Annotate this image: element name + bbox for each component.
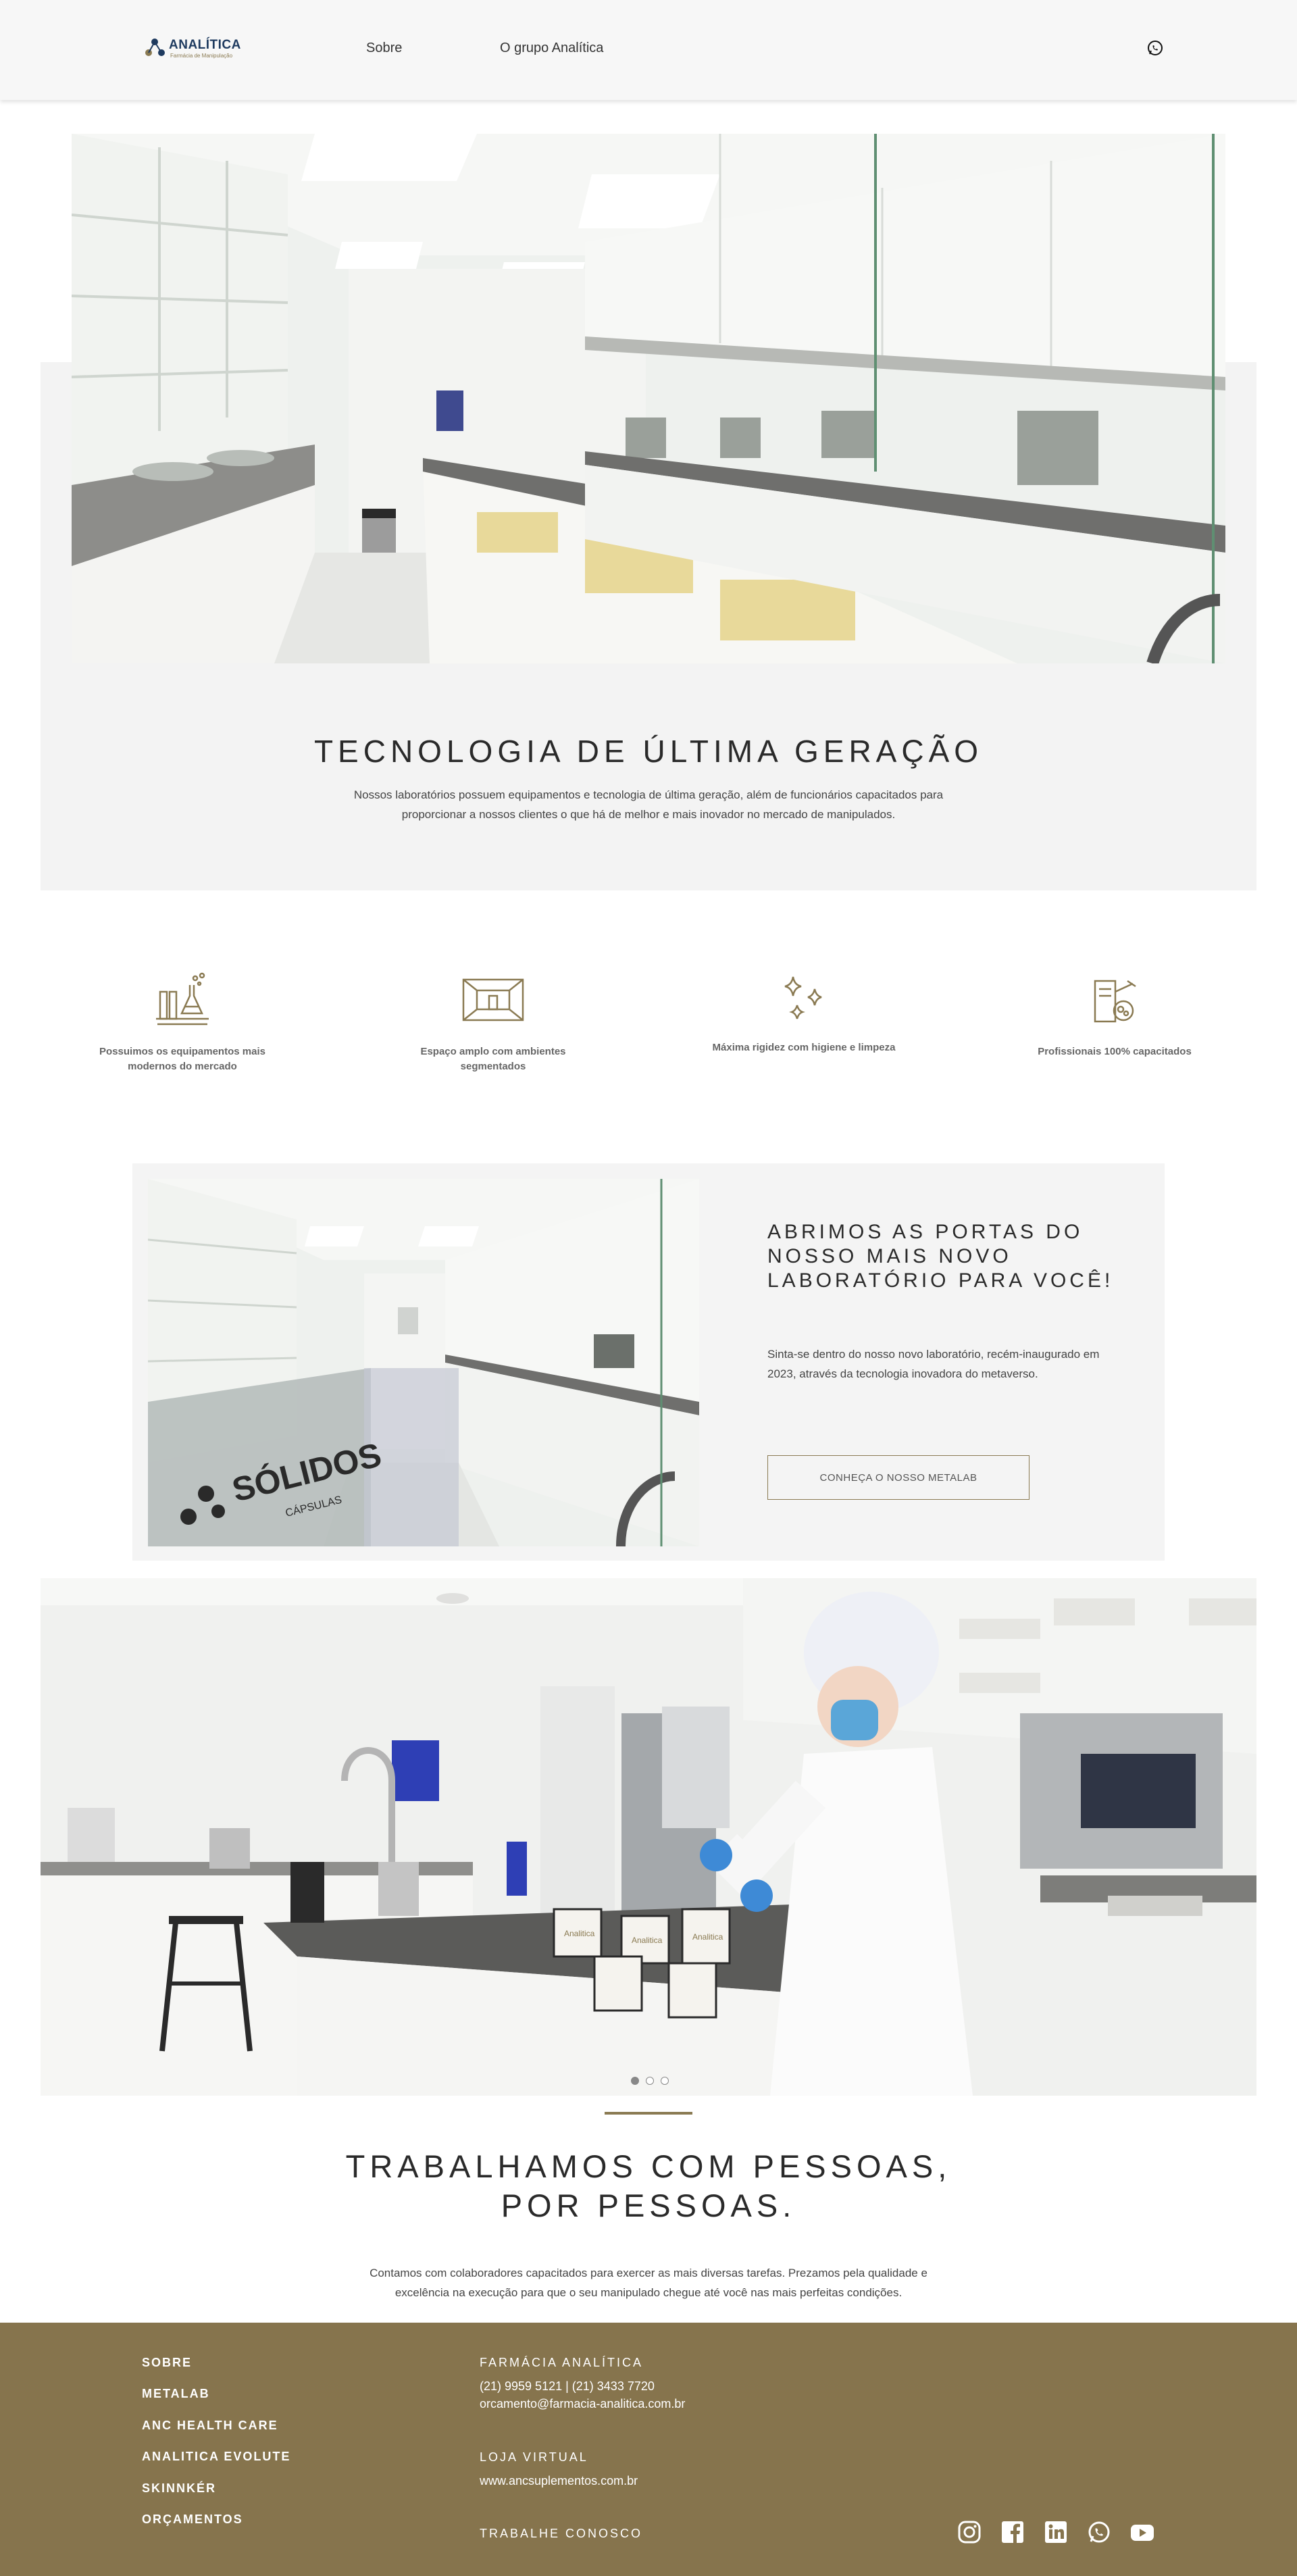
footer-email[interactable]: orcamento@farmacia-analitica.com.br [480, 2397, 685, 2411]
professional-icon [1094, 980, 1136, 1023]
jar-label-3: Analitica [692, 1932, 723, 1942]
feature-hygiene: Máxima rigidez com higiene e limpeza [709, 971, 898, 1055]
site-header: ANALÍTICA Farmácia de Manipulação Sobre … [0, 0, 1297, 100]
footer-pharmacy-title: FARMÁCIA ANALÍTICA [480, 2356, 644, 2369]
footer-store-url[interactable]: www.ancsuplementos.com.br [480, 2474, 638, 2488]
logo[interactable]: ANALÍTICA Farmácia de Manipulação [143, 35, 251, 62]
logo-subtitle: Farmácia de Manipulação [170, 53, 233, 59]
feature-equipment: Possuimos os equipamentos mais modernos … [88, 971, 277, 1074]
instagram-icon[interactable] [957, 2520, 982, 2544]
metalab-photo: SÓLIDOS CÁPSULAS [148, 1179, 699, 1546]
feature-label-professionals: Profissionais 100% capacitados [1038, 1046, 1192, 1057]
footer-link-metalab[interactable]: METALAB [142, 2387, 210, 2401]
footer-phones[interactable]: (21) 9959 5121 | (21) 3433 7720 [480, 2379, 655, 2394]
metalab-button[interactable]: CONHEÇA O NOSSO METALAB [767, 1455, 1029, 1500]
metalab-title: ABRIMOS AS PORTAS DO NOSSO MAIS NOVO LAB… [767, 1221, 1114, 1292]
jar-label-2: Analitica [632, 1936, 663, 1945]
room-icon [462, 978, 524, 1021]
footer-careers-link[interactable]: TRABALHE CONOSCO [480, 2527, 642, 2541]
footer-link-analitica-evolute[interactable]: ANALITICA EVOLUTE [142, 2450, 290, 2464]
sparkles-icon [784, 976, 822, 1019]
feature-label-space: Espaço amplo com ambientes segmentados [420, 1046, 566, 1072]
people-description: Contamos com colaboradores capacitados p… [370, 2267, 927, 2299]
tech-description: Nossos laboratórios possuem equipamentos… [353, 788, 944, 821]
metalab-description: Sinta-se dentro do nosso novo laboratóri… [767, 1348, 1100, 1380]
nav-link-grupo-analitica[interactable]: O grupo Analítica [500, 41, 603, 56]
whatsapp-icon[interactable] [1146, 39, 1164, 57]
linkedin-icon[interactable] [1044, 2520, 1068, 2544]
feature-label-hygiene: Máxima rigidez com higiene e limpeza [712, 1042, 896, 1053]
feature-label-equipment: Possuimos os equipamentos mais modernos … [99, 1046, 265, 1072]
lab-photo-hero [72, 134, 1225, 663]
footer-link-orcamentos[interactable]: ORÇAMENTOS [142, 2512, 243, 2527]
slider-dot-1[interactable] [631, 2077, 639, 2085]
slider-dot-3[interactable] [661, 2077, 669, 2085]
footer-store-title: LOJA VIRTUAL [480, 2450, 588, 2464]
footer-link-sobre[interactable]: SOBRE [142, 2356, 192, 2370]
facebook-icon[interactable] [1000, 2520, 1025, 2544]
footer-link-skinnker[interactable]: SKINNKÉR [142, 2481, 216, 2496]
footer-link-anc-health-care[interactable]: ANC HEALTH CARE [142, 2419, 278, 2433]
youtube-icon[interactable] [1130, 2520, 1154, 2544]
slider-dot-2[interactable] [646, 2077, 654, 2085]
whatsapp-icon[interactable] [1087, 2520, 1111, 2544]
slider-dots [631, 2077, 671, 2086]
section-divider [605, 2112, 692, 2115]
logo-mark-icon [145, 39, 165, 56]
lab-equipment-icon [156, 972, 209, 1026]
feature-professionals: Profissionais 100% capacitados [1020, 971, 1209, 1059]
slider-photo: Analitica Analitica Analitica [41, 1578, 1256, 2096]
tech-title: TECNOLOGIA DE ÚLTIMA GERAÇÃO [313, 734, 984, 769]
jar-label-1: Analitica [564, 1929, 595, 1938]
feature-space: Espaço amplo com ambientes segmentados [399, 971, 588, 1074]
nav-link-sobre[interactable]: Sobre [366, 41, 402, 56]
people-title: TRABALHAMOS COM PESSOAS, POR PESSOAS. [345, 2148, 952, 2223]
logo-name: ANALÍTICA [169, 38, 241, 52]
